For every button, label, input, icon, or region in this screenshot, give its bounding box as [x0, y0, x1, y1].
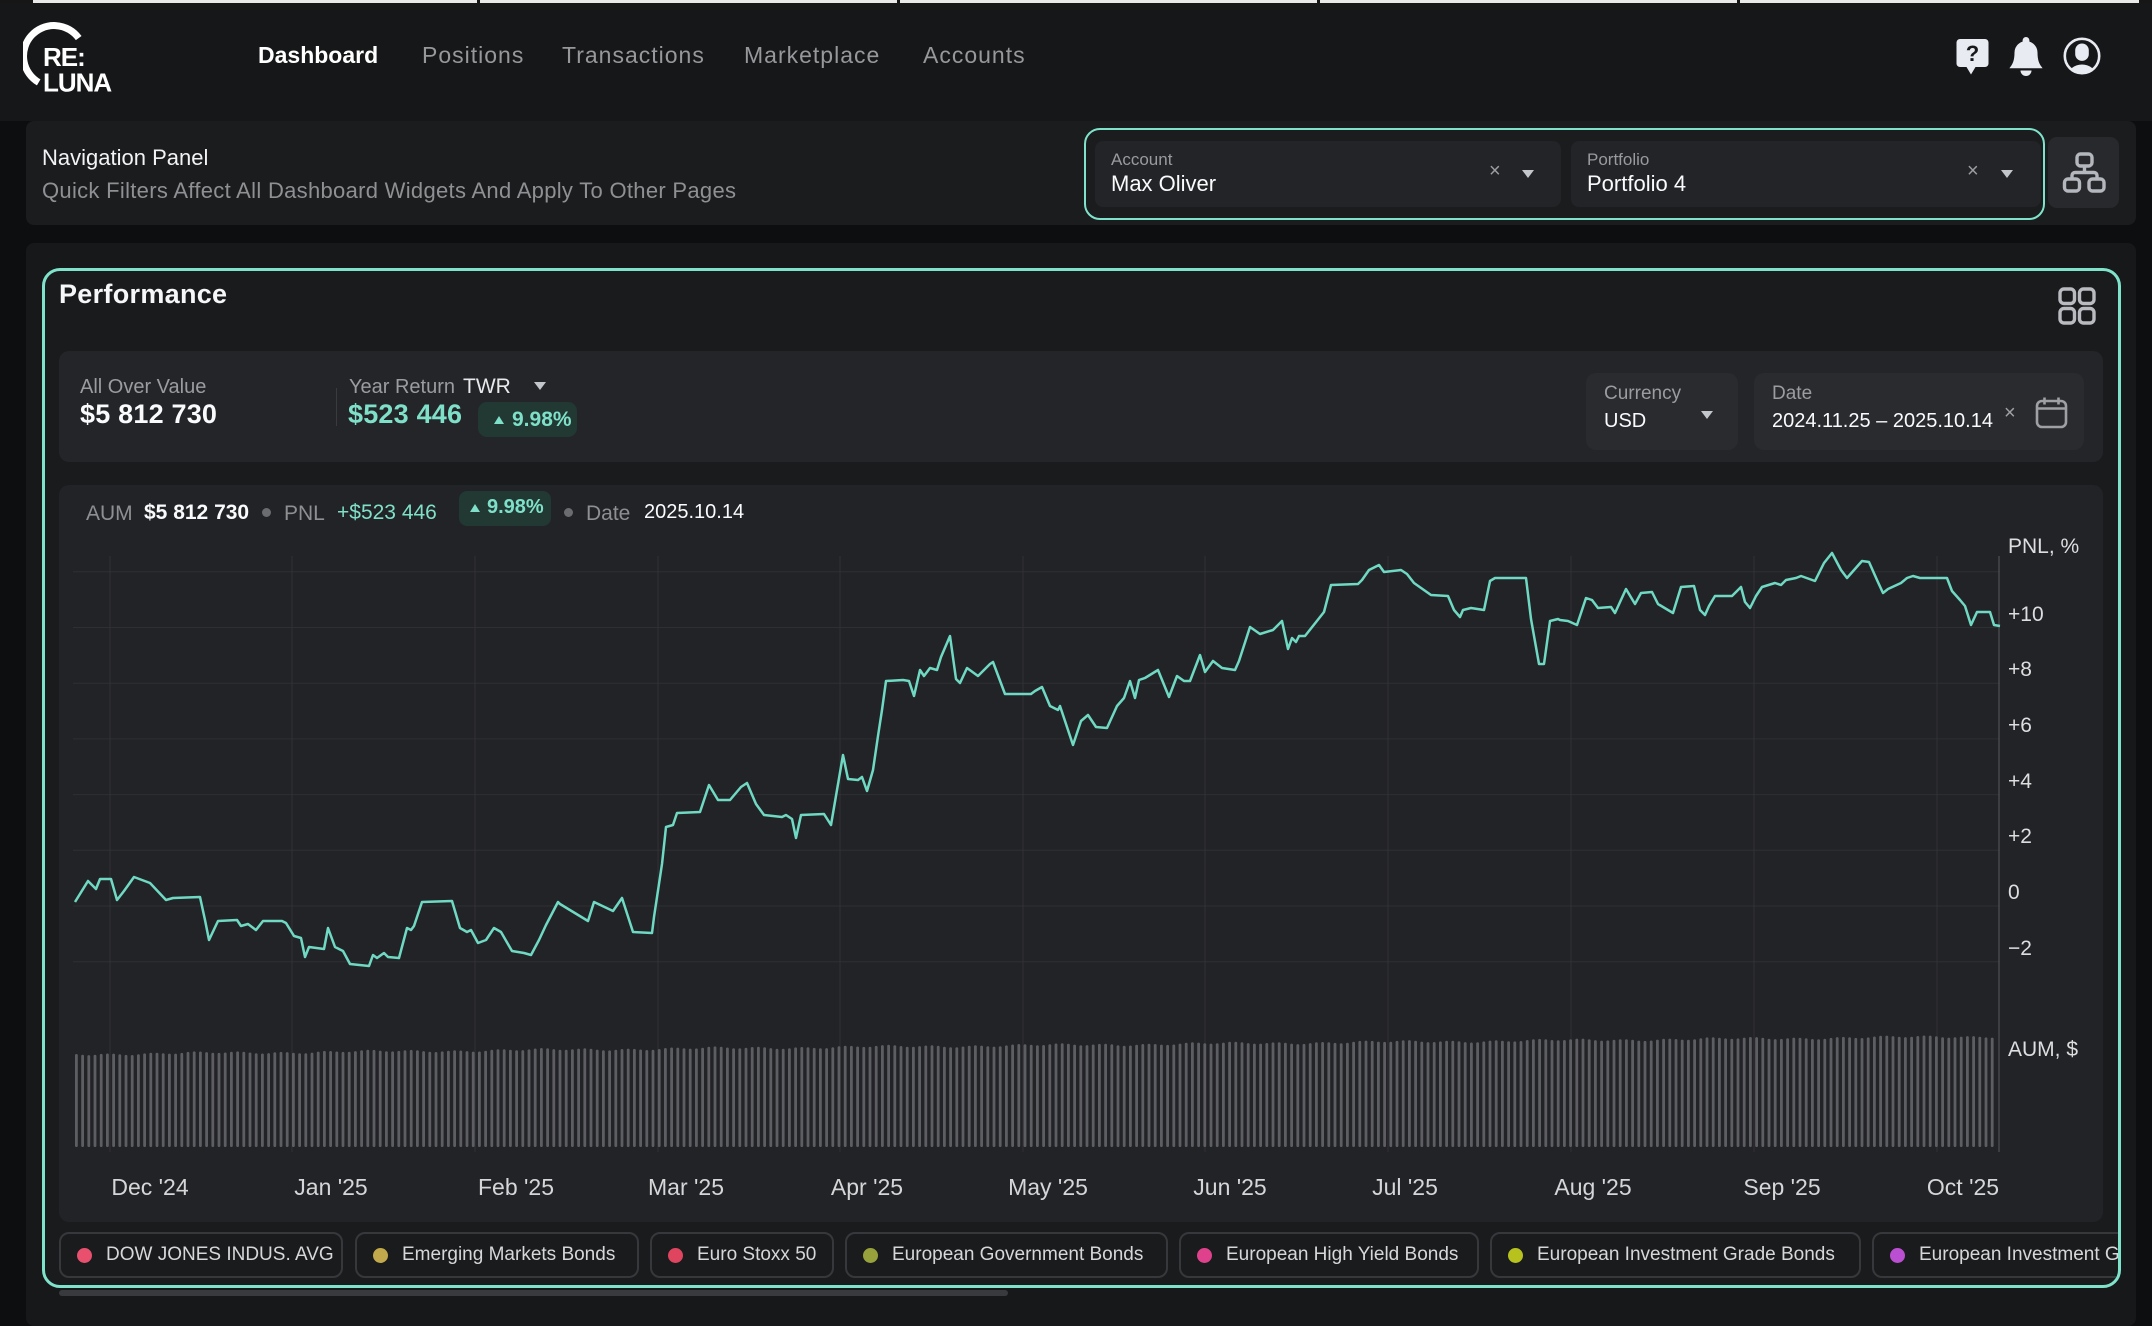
- svg-text:LUNA: LUNA: [43, 68, 112, 98]
- svg-text:?: ?: [1966, 41, 1979, 66]
